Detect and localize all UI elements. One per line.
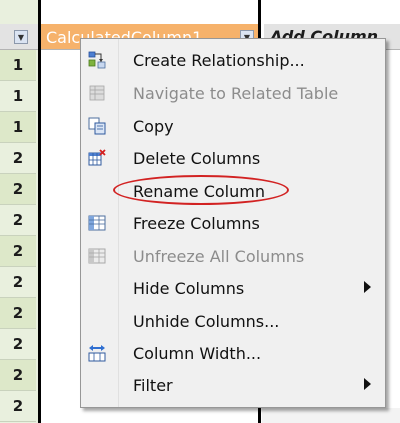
submenu-arrow-icon — [364, 378, 371, 390]
row-cell: 2 — [0, 329, 36, 360]
menu-label: Rename Column — [133, 182, 265, 201]
menu-item-unfreeze-all-columns: Unfreeze All Columns — [81, 240, 385, 272]
row-cell: 2 — [0, 360, 36, 391]
menu-label: Filter — [133, 376, 173, 395]
row-cell: 2 — [0, 236, 36, 267]
menu-label: Freeze Columns — [133, 214, 260, 233]
menu-item-create-relationship[interactable]: Create Relationship... — [81, 44, 385, 76]
menu-item-rename-column[interactable]: Rename Column — [81, 175, 385, 207]
navigate-related-table-icon — [88, 84, 106, 102]
context-menu: Create Relationship... Navigate to Relat… — [80, 38, 386, 408]
create-relationship-icon — [88, 51, 106, 69]
row-cell: 2 — [0, 143, 36, 174]
menu-label: Unfreeze All Columns — [133, 247, 305, 266]
menu-label: Delete Columns — [133, 149, 261, 168]
menu-label: Column Width... — [133, 344, 262, 363]
menu-label: Create Relationship... — [133, 51, 305, 70]
menu-label: Navigate to Related Table — [133, 84, 339, 103]
left-column-dropdown-icon[interactable]: ▼ — [14, 30, 28, 44]
menu-label: Hide Columns — [133, 279, 245, 298]
column-width-icon — [88, 344, 106, 362]
row-cell: 2 — [0, 174, 36, 205]
row-cell: 2 — [0, 267, 36, 298]
submenu-arrow-icon — [364, 281, 371, 293]
copy-icon — [88, 117, 106, 135]
unfreeze-columns-icon — [88, 247, 106, 265]
grid-bottom-strip — [262, 408, 400, 423]
column-border-left — [38, 0, 41, 423]
menu-item-copy[interactable]: Copy — [81, 110, 385, 142]
menu-label: Unhide Columns... — [133, 312, 280, 331]
row-cell: 1 — [0, 50, 36, 81]
menu-item-filter[interactable]: Filter — [81, 369, 385, 401]
row-cell: 1 — [0, 112, 36, 143]
menu-item-hide-columns[interactable]: Hide Columns — [81, 272, 385, 304]
row-cell: 2 — [0, 298, 36, 329]
row-cell: 2 — [0, 391, 36, 422]
menu-item-navigate-related-table: Navigate to Related Table — [81, 77, 385, 109]
freeze-columns-icon — [88, 214, 106, 232]
menu-label: Copy — [133, 117, 174, 136]
menu-item-column-width[interactable]: Column Width... — [81, 337, 385, 369]
menu-item-unhide-columns[interactable]: Unhide Columns... — [81, 305, 385, 337]
menu-item-freeze-columns[interactable]: Freeze Columns — [81, 207, 385, 239]
delete-columns-icon — [88, 149, 106, 167]
row-cell: 2 — [0, 205, 36, 236]
row-cell: 1 — [0, 81, 36, 112]
menu-item-delete-columns[interactable]: Delete Columns — [81, 142, 385, 174]
